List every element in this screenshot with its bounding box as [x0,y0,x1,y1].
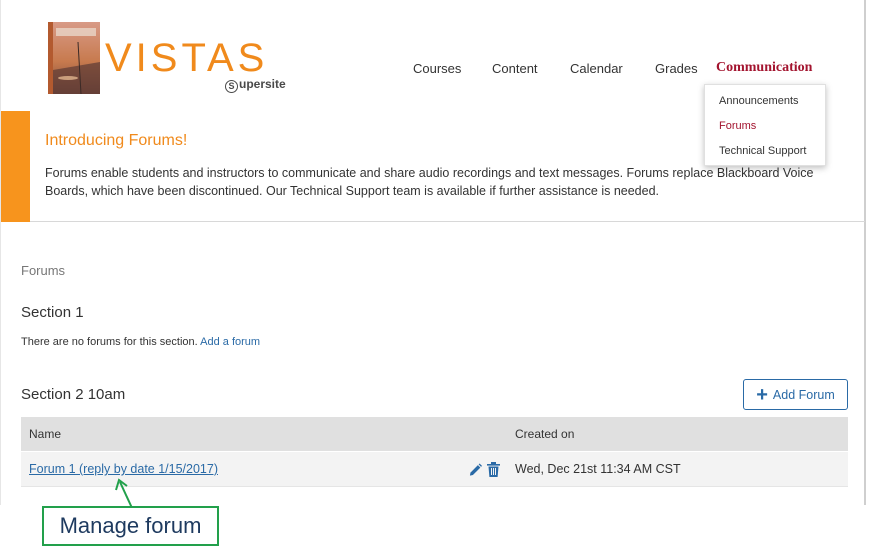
trash-icon[interactable] [487,462,500,477]
forum-link[interactable]: Forum 1 (reply by date 1/15/2017) [29,462,218,476]
nav-grades[interactable]: Grades [655,61,698,76]
plus-icon: + [756,383,768,406]
add-a-forum-link[interactable]: Add a forum [200,336,260,348]
forum-created-date: Wed, Dec 21st 11:34 AM CST [515,462,681,476]
nav-content[interactable]: Content [492,61,538,76]
dropdown-technical-support[interactable]: Technical Support [719,145,806,157]
announcement-accent-bar [1,111,30,222]
callout-arrow-icon [115,478,133,509]
add-forum-label: Add Forum [772,387,835,402]
forum-table-header: Name Created on [21,417,848,451]
nav-communication[interactable]: Communication [716,60,812,76]
main-nav: Courses Content Calendar Grades Communic… [1,60,867,81]
column-header-name: Name [29,427,62,441]
supersite-s-icon: S [225,80,238,93]
announcement-body: Forums enable students and instructors t… [45,166,814,198]
table-row: Forum 1 (reply by date 1/15/2017) Wed, D… [21,452,848,487]
page-breadcrumb: Forums [21,263,66,278]
section1-title: Section 1 [21,304,84,321]
dropdown-announcements[interactable]: Announcements [719,95,799,107]
add-forum-button[interactable]: + Add Forum [743,379,848,410]
nav-courses[interactable]: Courses [413,61,461,76]
page-frame: VISTAS Supersite Courses Content Calenda… [0,0,866,505]
vistas-book-logo [48,22,100,94]
nav-calendar[interactable]: Calendar [570,61,623,76]
pencil-icon[interactable] [469,463,482,477]
dropdown-forums[interactable]: Forums [719,120,756,132]
section1-empty-text: There are no forums for this section. [21,336,198,348]
announcement-title: Introducing Forums! [45,132,188,149]
column-header-created-on: Created on [515,427,575,441]
communication-dropdown: Announcements Forums Technical Support [704,84,826,166]
section1-empty-message: There are no forums for this section. Ad… [21,336,260,348]
section2-title: Section 2 10am [21,386,126,403]
manage-forum-callout: Manage forum [42,506,219,546]
